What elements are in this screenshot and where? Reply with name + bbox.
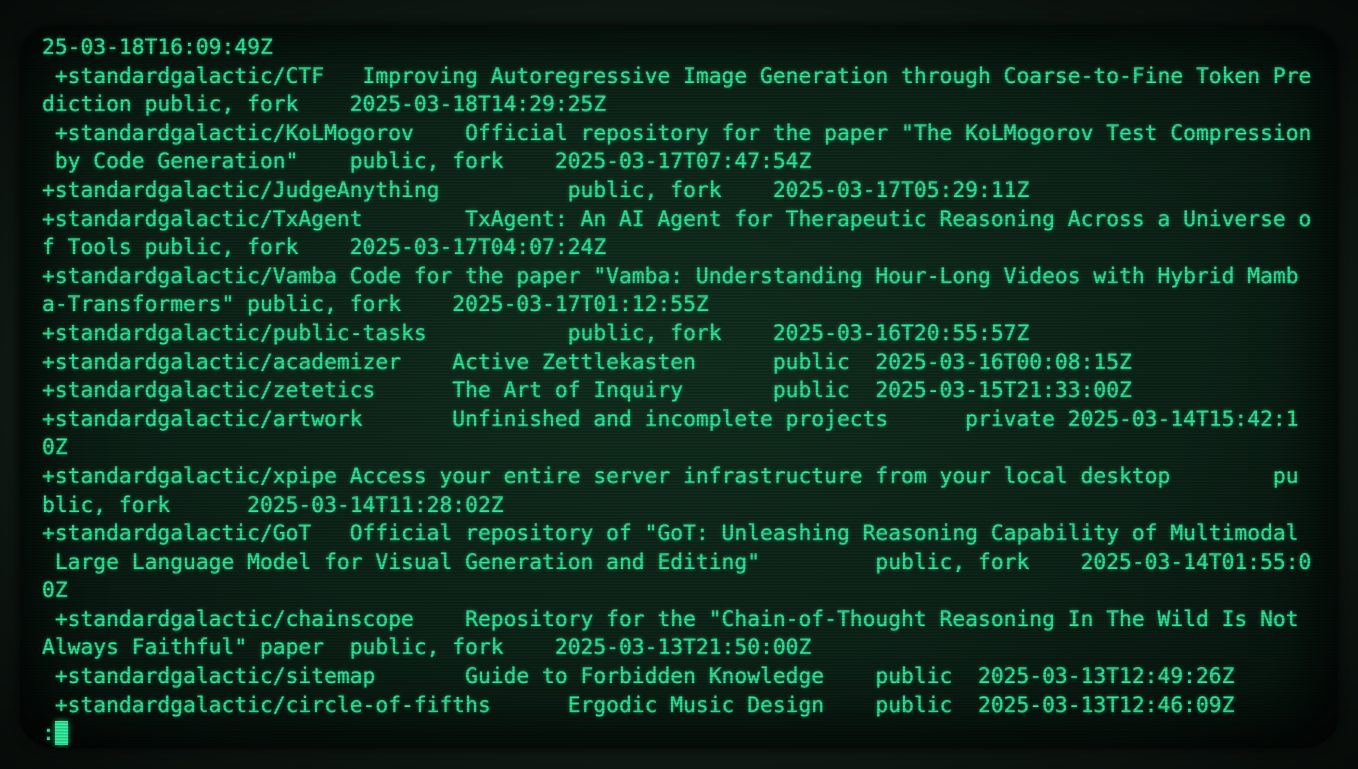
terminal-line: 25-03-18T16:09:49Z (42, 35, 273, 60)
terminal-line: +standardgalactic/TxAgent TxAgent: An AI… (42, 206, 1312, 232)
prompt-symbol: : (42, 721, 55, 747)
terminal-line: +standardgalactic/public-tasks public, f… (42, 320, 1030, 346)
terminal-line: +standardgalactic/Vamba Code for the pap… (42, 263, 1299, 289)
terminal-line: 0Z (42, 435, 68, 461)
terminal-line: blic, fork 2025-03-14T11:28:02Z (42, 492, 504, 518)
monitor-bezel: 25-03-18T16:09:49Z +standardgalactic/CTF… (0, 0, 1358, 769)
terminal-line: by Code Generation" public, fork 2025-03… (42, 149, 812, 175)
terminal-line: 0Z (42, 578, 68, 604)
crt-screen: 25-03-18T16:09:49Z +standardgalactic/CTF… (20, 26, 1338, 748)
terminal-line: +standardgalactic/sitemap Guide to Forbi… (42, 664, 1235, 690)
terminal-line: a-Transformers" public, fork 2025-03-17T… (42, 292, 709, 318)
terminal-line: +standardgalactic/CTF Improving Autoregr… (42, 63, 1312, 89)
terminal-output[interactable]: 25-03-18T16:09:49Z +standardgalactic/CTF… (42, 34, 1322, 748)
terminal-line: Always Faithful" paper public, fork 2025… (42, 635, 812, 661)
terminal-line: +standardgalactic/zetetics The Art of In… (42, 378, 1132, 404)
terminal-line: +standardgalactic/academizer Active Zett… (42, 349, 1132, 375)
terminal-line: +standardgalactic/xpipe Access your enti… (42, 463, 1299, 489)
terminal-line: Large Language Model for Visual Generati… (42, 549, 1312, 575)
terminal-line: diction public, fork 2025-03-18T14:29:25… (42, 92, 607, 118)
command-prompt-line[interactable]: : (42, 720, 1322, 748)
terminal-line: +standardgalactic/JudgeAnything public, … (42, 177, 1030, 203)
terminal-line: +standardgalactic/KoLMogorov Official re… (42, 120, 1312, 146)
terminal-line: +standardgalactic/chainscope Repository … (42, 606, 1299, 632)
terminal-line: +standardgalactic/GoT Official repositor… (42, 521, 1299, 547)
terminal-line: +standardgalactic/artwork Unfinished and… (42, 406, 1299, 432)
text-cursor (54, 721, 68, 746)
terminal-line: f Tools public, fork 2025-03-17T04:07:24… (42, 235, 607, 261)
terminal-line: +standardgalactic/circle-of-fifths Ergod… (42, 692, 1235, 718)
